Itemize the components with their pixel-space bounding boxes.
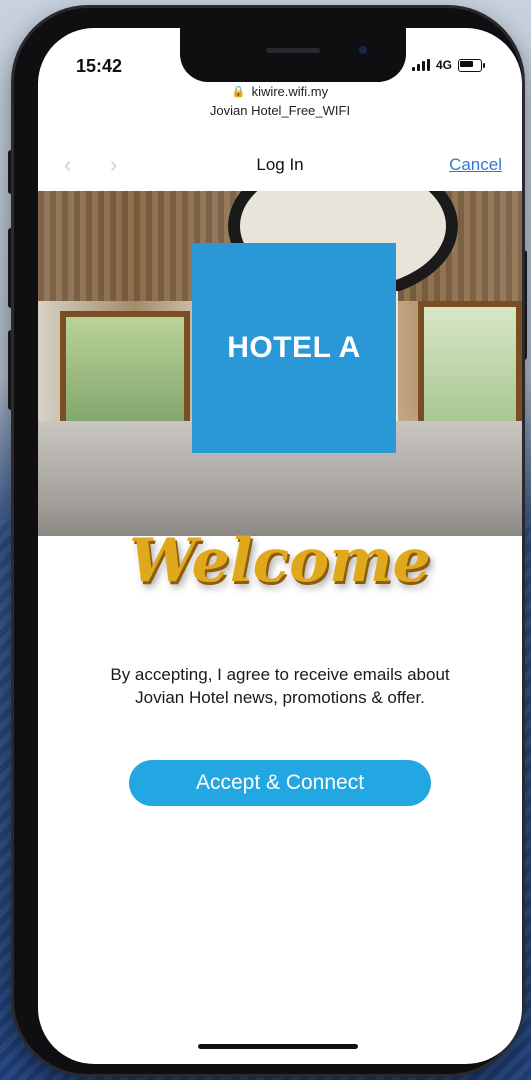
welcome-heading: Welcome <box>129 526 431 596</box>
hero-window-left <box>60 311 190 431</box>
hotel-logo: HOTEL A <box>192 243 396 453</box>
home-indicator <box>198 1044 358 1049</box>
status-indicators: 4G <box>411 58 485 72</box>
captive-nav-bar: ‹ › Log In Cancel <box>38 146 522 182</box>
lock-icon: 🔒 <box>231 86 246 98</box>
signal-icon <box>411 59 430 71</box>
network-name: Jovian Hotel_Free_WIFI <box>209 103 351 118</box>
status-time: 15:42 <box>76 56 123 76</box>
speaker-grille <box>266 48 320 53</box>
phone-screen: 15:42 4G 🔒 kiwire.wifi.my Jovian Hotel_F… <box>38 28 522 1064</box>
hotel-logo-text: HOTEL A <box>227 331 361 364</box>
front-camera <box>356 43 370 57</box>
chevron-left-icon[interactable]: ‹ <box>64 152 71 178</box>
address-bar: 🔒 kiwire.wifi.my Jovian Hotel_Free_WIFI <box>38 84 522 118</box>
cancel-button[interactable]: Cancel <box>449 155 502 175</box>
phone-frame: 15:42 4G 🔒 kiwire.wifi.my Jovian Hotel_F… <box>14 8 522 1074</box>
url-text: kiwire.wifi.my <box>251 84 329 99</box>
chevron-right-icon[interactable]: › <box>110 152 117 178</box>
battery-icon <box>458 58 485 72</box>
consent-text: By accepting, I agree to receive emails … <box>110 665 450 707</box>
phone-notch <box>180 28 406 82</box>
network-type: 4G <box>435 58 452 72</box>
accept-connect-button[interactable]: Accept & Connect <box>129 760 431 806</box>
